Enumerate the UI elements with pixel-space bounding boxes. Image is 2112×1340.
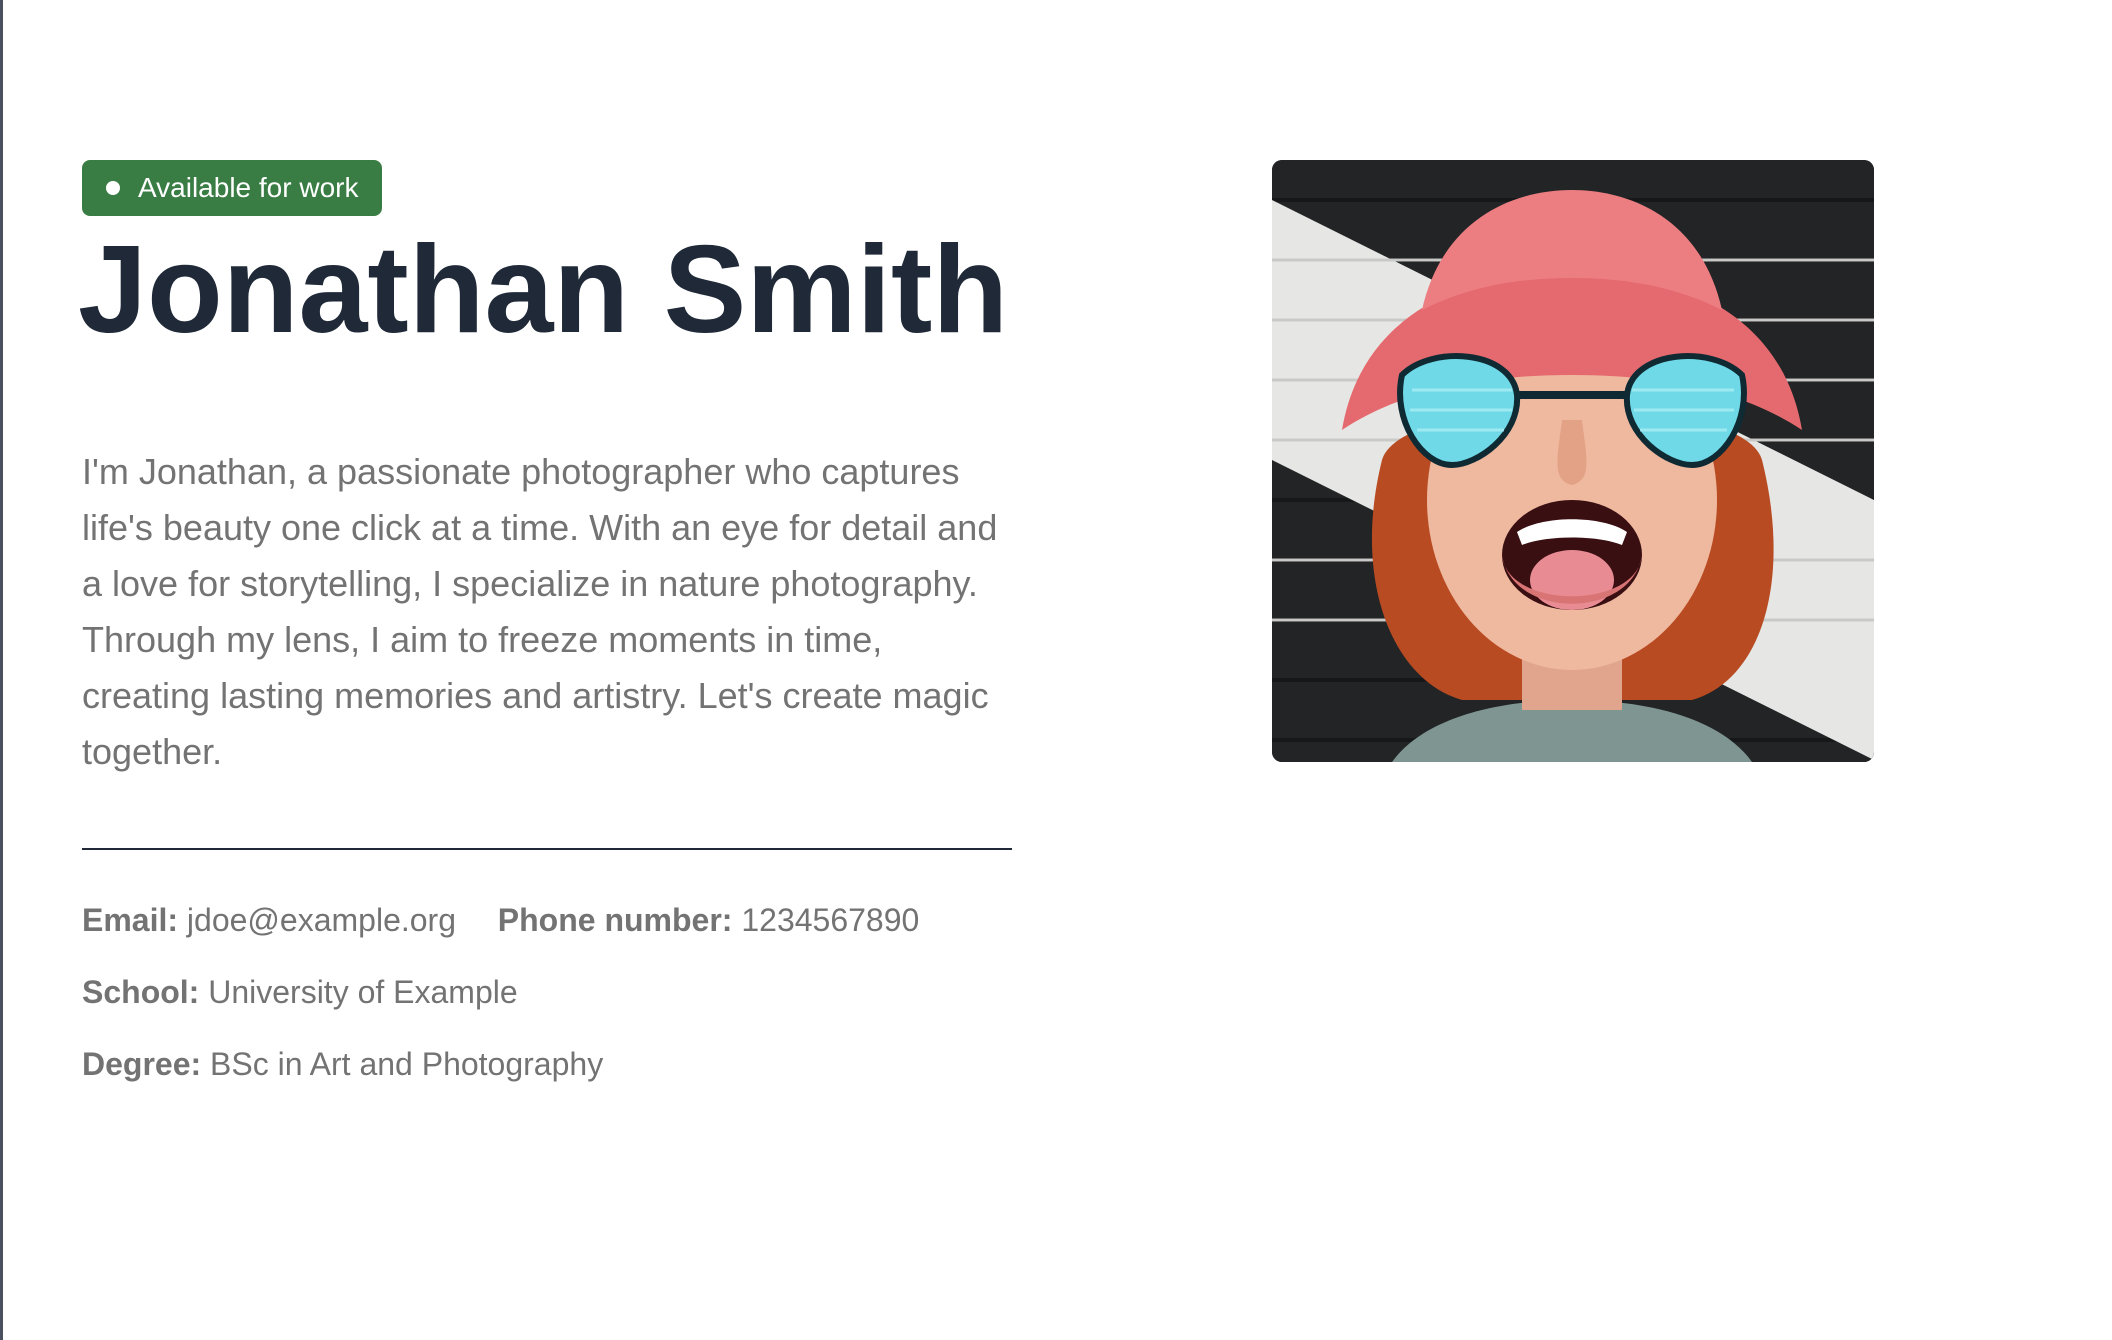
status-dot-icon	[106, 181, 120, 195]
school-value: University of Example	[208, 974, 518, 1010]
profile-bio: I'm Jonathan, a passionate photographer …	[82, 451, 998, 772]
contact-row-school: School: University of Example	[82, 974, 1012, 1010]
page: Available for work Jonathan Smith I'm Jo…	[0, 0, 2112, 1340]
phone-label: Phone number:	[497, 902, 733, 938]
profile-photo-illustration	[1272, 160, 1874, 762]
phone-value: 1234567890	[741, 902, 920, 938]
availability-badge-label: Available for work	[138, 172, 359, 203]
section-divider	[82, 848, 1012, 850]
email-label: Email:	[82, 902, 179, 938]
contact-info: Email: jdoe@example.org Phone number: 12…	[82, 902, 1012, 1082]
email-value: jdoe@example.org	[186, 902, 456, 938]
degree-label: Degree:	[82, 1046, 202, 1082]
profile-name: Jonathan Smith	[78, 221, 1009, 359]
profile-photo	[1272, 160, 1874, 762]
profile-content: Available for work Jonathan Smith I'm Jo…	[78, 160, 1012, 1118]
contact-row-email-phone: Email: jdoe@example.org Phone number: 12…	[82, 902, 1012, 938]
contact-row-degree: Degree: BSc in Art and Photography	[82, 1046, 1012, 1082]
availability-badge: Available for work	[82, 160, 383, 216]
degree-value: BSc in Art and Photography	[210, 1046, 604, 1082]
school-label: School:	[82, 974, 200, 1010]
window-edge	[0, 0, 3, 1340]
